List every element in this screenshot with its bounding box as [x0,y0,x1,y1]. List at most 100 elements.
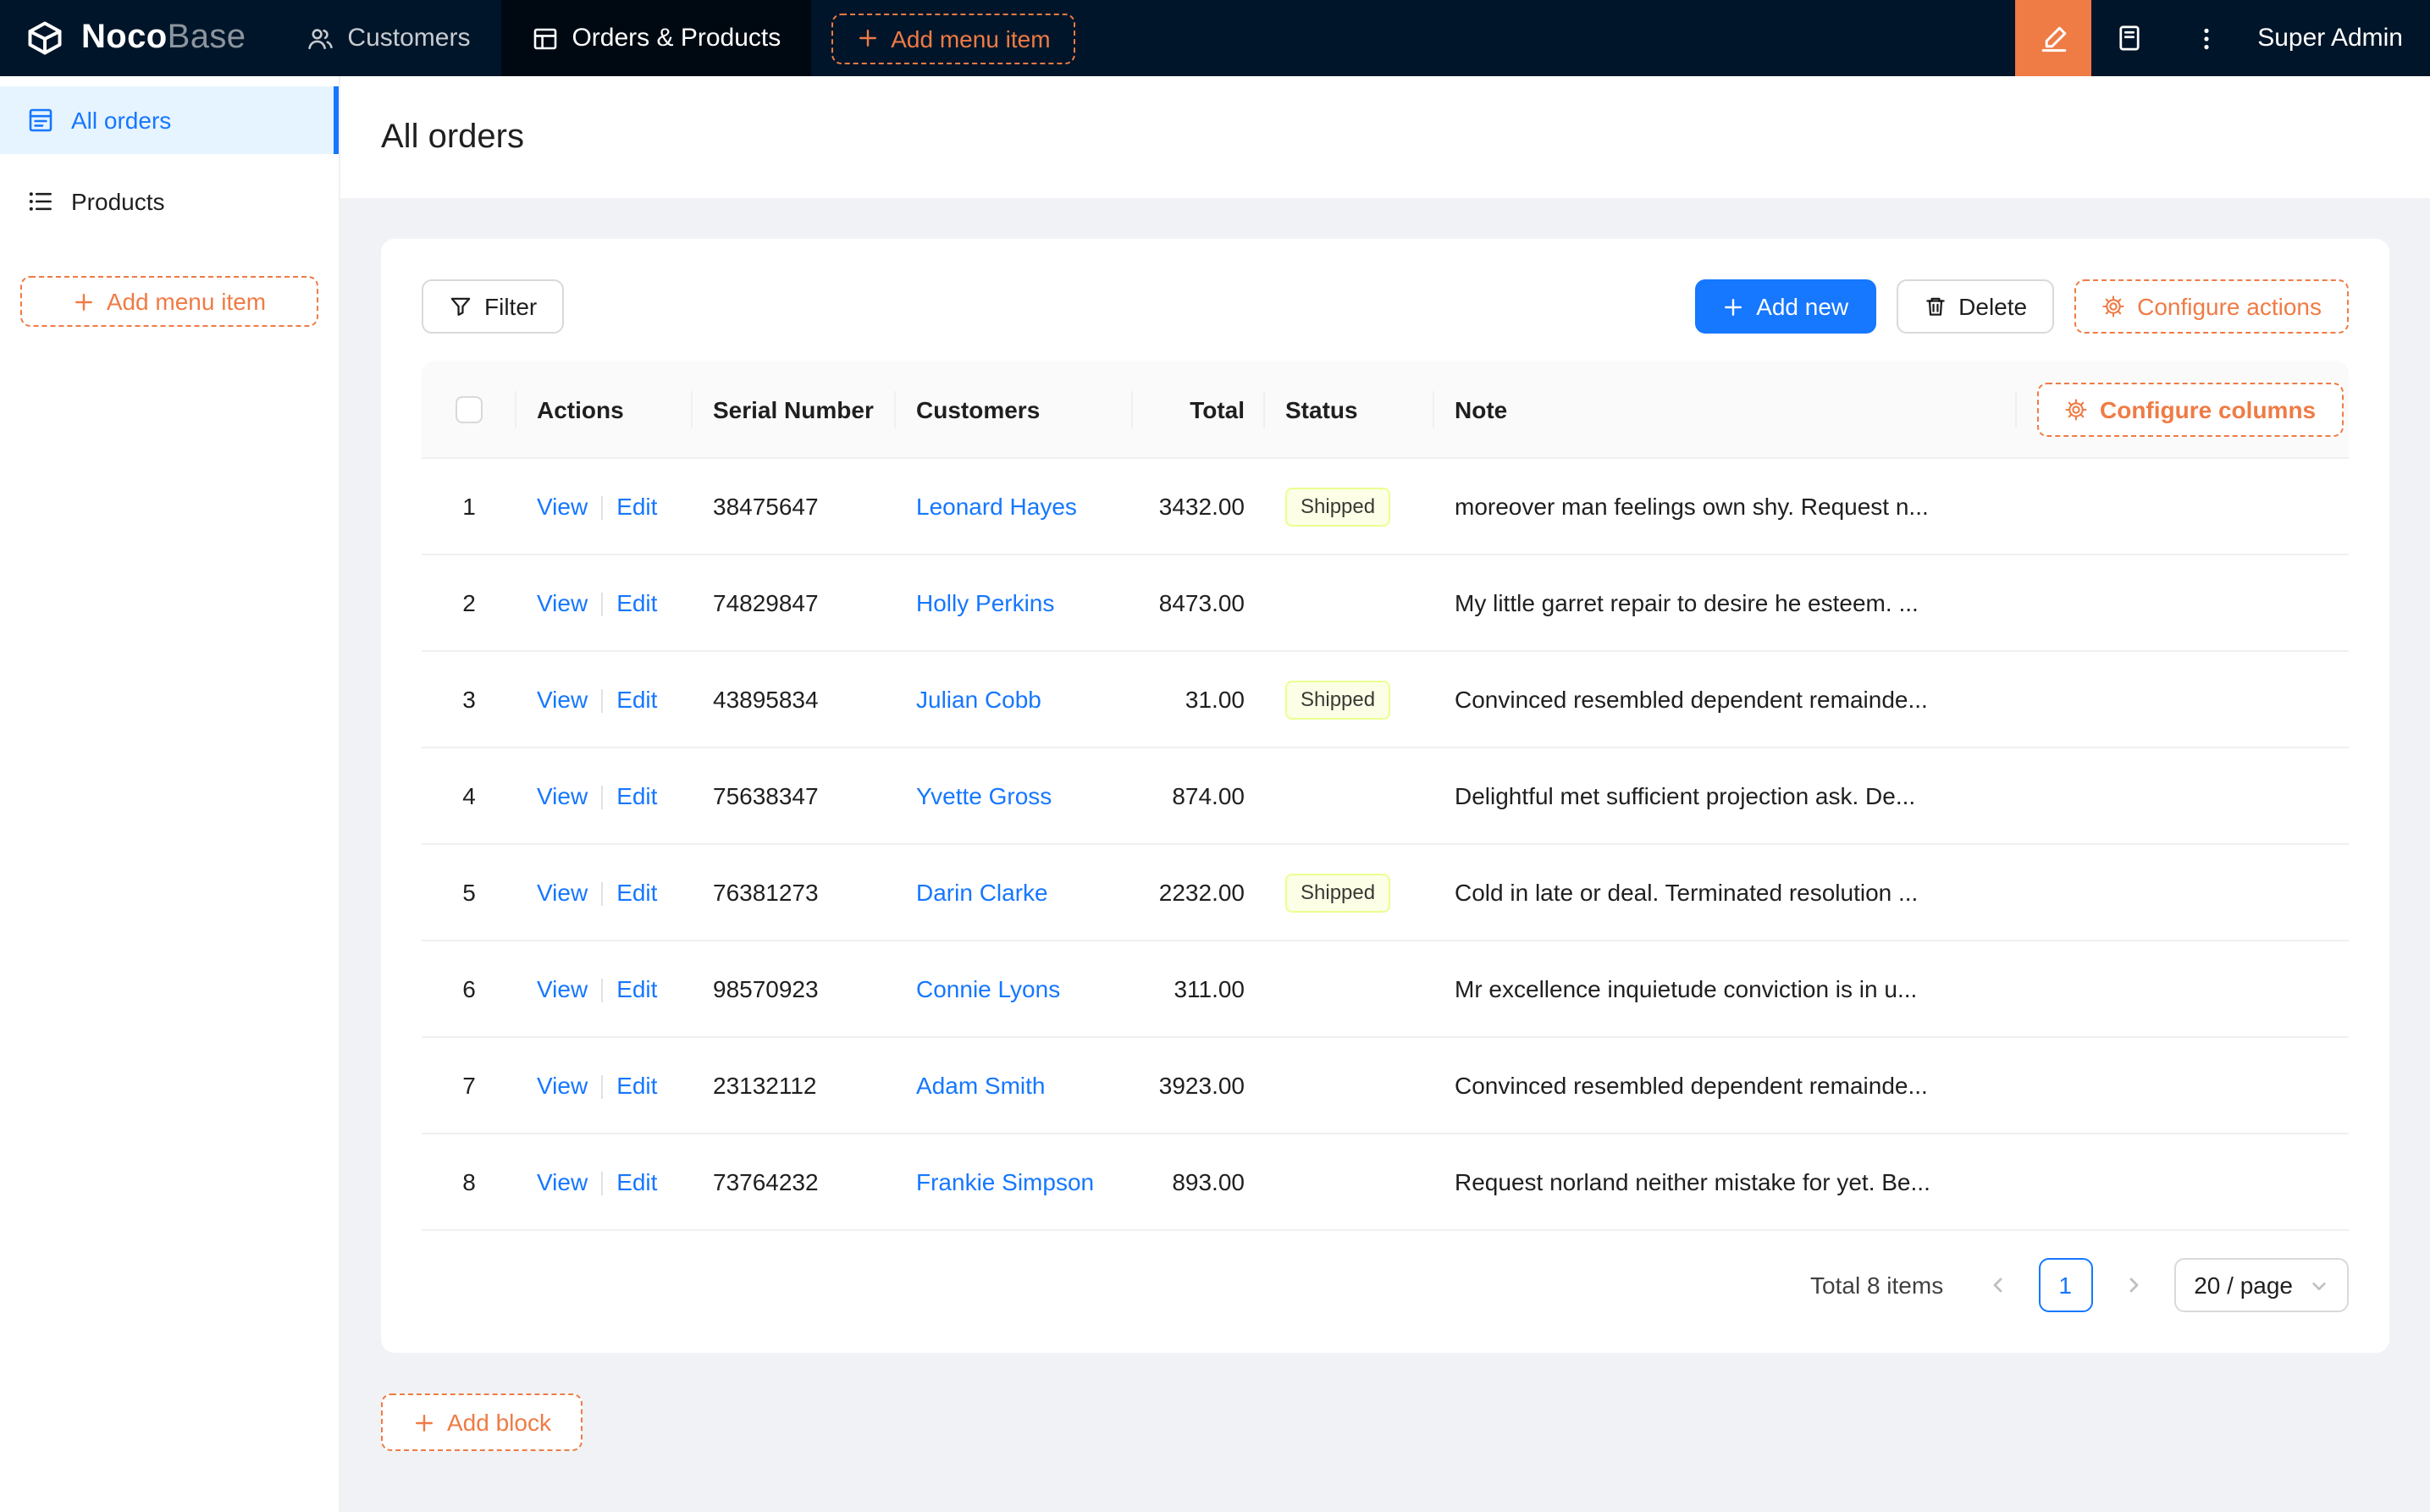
order-total: 2232.00 [1158,879,1245,906]
view-link[interactable]: View [537,782,588,809]
order-total: 3432.00 [1158,493,1245,520]
view-link[interactable]: View [537,589,588,616]
row-index: 2 [462,589,476,616]
order-note: Request norland neither mistake for yet.… [1455,1168,1930,1195]
gear-icon [2064,397,2088,421]
order-note: Delightful met sufficient projection ask… [1455,782,1916,809]
divider [601,882,604,907]
table-row: 1 View Edit 38475647 Leonard Hayes 3432.0… [422,459,2349,555]
plus-icon [857,27,879,49]
order-total: 31.00 [1185,686,1245,713]
customer-link[interactable]: Connie Lyons [916,975,1060,1002]
add-block-button[interactable]: Add block [381,1393,583,1451]
table-row: 5 View Edit 76381273 Darin Clarke 2232.00… [422,845,2349,941]
row-index: 7 [462,1072,476,1099]
sidebar-item-products[interactable]: Products [0,168,339,235]
add-new-button[interactable]: Add new [1695,279,1876,334]
form-icon [27,107,54,134]
edit-link[interactable]: Edit [616,1072,657,1099]
customer-link[interactable]: Julian Cobb [916,686,1041,713]
column-header-total: Total [1133,361,1265,459]
add-menu-item-button-topbar[interactable]: Add menu item [831,13,1076,63]
table-row: 4 View Edit 75638347 Yvette Gross 874.00 … [422,748,2349,845]
ui-editor-button[interactable] [2015,0,2092,76]
users-icon [307,25,334,52]
chevron-left-icon [1987,1275,2008,1295]
serial-number: 43895834 [713,686,819,713]
edit-link[interactable]: Edit [616,975,657,1002]
edit-link[interactable]: Edit [616,493,657,520]
pagination-next-button[interactable] [2106,1258,2160,1312]
select-all-checkbox[interactable] [456,396,483,424]
customer-link[interactable]: Leonard Hayes [916,493,1077,520]
filter-button[interactable]: Filter [422,279,565,334]
list-icon [27,188,54,215]
edit-link[interactable]: Edit [616,782,657,809]
row-index: 4 [462,782,476,809]
sidebar-item-all-orders[interactable]: All orders [0,86,339,154]
order-note: My little garret repair to desire he est… [1455,589,1919,616]
add-menu-item-button-sidebar[interactable]: Add menu item [20,276,318,327]
row-index: 8 [462,1168,476,1195]
orders-table: Actions Serial Number Customers Total St… [422,361,2349,1231]
table-row: 2 View Edit 74829847 Holly Perkins 8473.0… [422,555,2349,652]
table-row: 6 View Edit 98570923 Connie Lyons 311.00 … [422,941,2349,1038]
column-header-actions: Actions [516,361,693,459]
customer-link[interactable]: Holly Perkins [916,589,1054,616]
order-note: Convinced resembled dependent remainde..… [1455,686,1928,713]
serial-number: 98570923 [713,975,819,1002]
edit-link[interactable]: Edit [616,589,657,616]
view-link[interactable]: View [537,493,588,520]
page-header: All orders [340,76,2430,198]
delete-button[interactable]: Delete [1896,279,2055,334]
table-toolbar: Filter Add new Delete Configure actions [422,279,2349,334]
column-header-customers: Customers [896,361,1133,459]
top-menu-item-orders-products[interactable]: Orders & Products [500,0,812,76]
edit-link[interactable]: Edit [616,879,657,906]
chevron-down-icon [2310,1276,2328,1294]
logo-text: NocoBase [81,19,246,56]
view-link[interactable]: View [537,975,588,1002]
customer-link[interactable]: Yvette Gross [916,782,1052,809]
row-index: 1 [462,493,476,520]
docs-button[interactable] [2091,0,2168,76]
main: All orders Filter Add new Delete Configu… [340,76,2430,1512]
divider [601,689,604,714]
sidebar-item-label: All orders [71,107,172,134]
logo[interactable]: NocoBase [0,0,276,76]
plus-icon [413,1411,435,1433]
configure-actions-button[interactable]: Configure actions [2074,279,2349,334]
order-note: moreover man feelings own shy. Request n… [1455,493,1929,520]
table-row: 7 View Edit 23132112 Adam Smith 3923.00 C… [422,1038,2349,1134]
pagination-page-1[interactable]: 1 [2038,1258,2093,1312]
customer-link[interactable]: Adam Smith [916,1072,1046,1099]
sidebar-item-label: Products [71,188,165,215]
customer-link[interactable]: Darin Clarke [916,879,1048,906]
table-row: 3 View Edit 43895834 Julian Cobb 31.00 Sh… [422,652,2349,748]
order-note: Cold in late or deal. Terminated resolut… [1455,879,1919,906]
serial-number: 76381273 [713,879,819,906]
sidebar: All orders Products Add menu item [0,76,340,1512]
top-menu-item-customers[interactable]: Customers [276,0,500,76]
chevron-right-icon [2123,1275,2143,1295]
configure-columns-button[interactable]: Configure columns [2037,382,2344,436]
edit-link[interactable]: Edit [616,1168,657,1195]
view-link[interactable]: View [537,879,588,906]
customer-link[interactable]: Frankie Simpson [916,1168,1094,1195]
gear-icon [2101,295,2125,318]
orders-table-header: Actions Serial Number Customers Total St… [422,361,2349,459]
page-title: All orders [381,118,524,155]
view-link[interactable]: View [537,1072,588,1099]
view-link[interactable]: View [537,1168,588,1195]
pagination-prev-button[interactable] [1970,1258,2024,1312]
orders-card: Filter Add new Delete Configure actions … [381,239,2389,1353]
serial-number: 23132112 [713,1072,817,1099]
menu-label: Customers [347,24,471,52]
order-total: 3923.00 [1158,1072,1245,1099]
user-menu[interactable]: Super Admin [2244,24,2430,52]
toolbar-actions: Add new Delete Configure actions [1695,279,2349,334]
edit-link[interactable]: Edit [616,686,657,713]
more-button[interactable] [2168,0,2244,76]
view-link[interactable]: View [537,686,588,713]
page-size-select[interactable]: 20 / page [2173,1258,2349,1312]
